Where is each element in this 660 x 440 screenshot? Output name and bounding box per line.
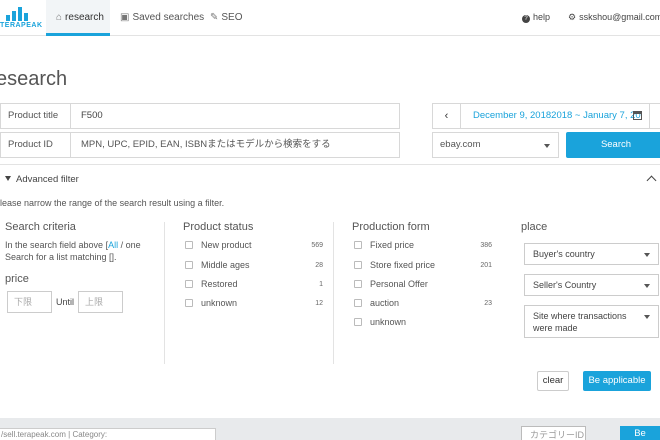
page-title: esearch — [0, 68, 68, 90]
checkbox[interactable] — [354, 241, 362, 249]
product-id-input[interactable]: MPN, UPC, EPID, EAN, ISBNまたはモデルから検索をする — [81, 133, 331, 157]
column-divider — [164, 222, 165, 364]
checkbox[interactable] — [185, 261, 193, 269]
sellers-country-select[interactable]: Seller's Country — [524, 274, 659, 296]
until-label: Until — [56, 297, 75, 307]
date-next-button[interactable] — [649, 104, 660, 128]
product-id-field[interactable]: Product ID MPN, UPC, EPID, EAN, ISBNまたはモ… — [0, 132, 400, 158]
search-criteria-title: Search criteria — [5, 221, 76, 233]
chevron-up-icon[interactable] — [646, 175, 657, 186]
checkbox[interactable] — [354, 261, 362, 269]
buyers-country-select[interactable]: Buyer's country — [524, 243, 659, 265]
product-title-field[interactable]: Product title F500 — [0, 103, 400, 129]
site-select[interactable]: ebay.com — [432, 132, 559, 158]
price-title: price — [5, 273, 29, 285]
checkbox[interactable] — [354, 299, 362, 307]
product-title-label: Product title — [1, 104, 71, 128]
caret-down-icon — [544, 144, 550, 148]
apply-button[interactable]: Be applicable — [583, 371, 651, 391]
filter-icon — [5, 176, 11, 181]
checkbox-restored[interactable]: Restored 1 — [185, 279, 323, 291]
caret-down-icon — [644, 284, 650, 288]
checkbox-personal-offer[interactable]: Personal Offer — [354, 279, 492, 291]
calendar-icon[interactable] — [633, 111, 642, 120]
price-max-input[interactable]: 上限 — [78, 291, 123, 313]
site-where-select[interactable]: Site where transactions were made — [524, 305, 659, 338]
date-range-picker[interactable]: ‹ December 9, 20182018 ~ January 7, 20 — [432, 103, 660, 129]
caret-down-icon — [644, 315, 650, 319]
checkbox-store-fixed-price[interactable]: Store fixed price 201 — [354, 260, 492, 272]
place-title: place — [521, 221, 548, 233]
search-button[interactable]: Search — [566, 132, 660, 158]
checkbox-unknown-status[interactable]: unknown 12 — [185, 298, 323, 310]
checkbox[interactable] — [185, 280, 193, 288]
date-range-text[interactable]: December 9, 20182018 ~ January 7, 20 — [473, 104, 641, 128]
home-icon: ⌂ — [56, 12, 63, 23]
checkbox-fixed-price[interactable]: Fixed price 386 — [354, 240, 492, 252]
product-status-title: Product status — [183, 221, 254, 233]
terapeak-logo[interactable]: TERAPEAK — [0, 4, 43, 32]
column-divider — [333, 222, 334, 364]
top-navbar: TERAPEAK ⌂ research ▣ Saved searches ✎ SEO … — [0, 0, 660, 36]
clear-button[interactable]: clear — [537, 371, 569, 391]
nav-seo[interactable]: ✎ SEO — [210, 0, 243, 36]
checkbox[interactable] — [185, 241, 193, 249]
production-form-title: Production form — [352, 221, 430, 233]
help-link[interactable]: ? help — [522, 0, 550, 36]
save-icon: ▣ — [120, 12, 130, 23]
checkbox[interactable] — [185, 299, 193, 307]
footer-url-field[interactable]: /sell.terapeak.com | Category: — [0, 428, 216, 440]
help-icon: ? — [522, 15, 530, 23]
checkbox-unknown-form[interactable]: unknown — [354, 317, 492, 329]
product-id-label: Product ID — [1, 133, 71, 157]
logo-bars-icon — [6, 7, 30, 21]
price-min-input[interactable]: 下限 — [7, 291, 52, 313]
checkbox-auction[interactable]: auction 23 — [354, 298, 492, 310]
all-link[interactable]: All — [108, 240, 118, 250]
footer-button[interactable]: Be — [620, 426, 660, 440]
gear-icon: ⚙ — [568, 12, 577, 22]
logo-text: TERAPEAK — [0, 22, 43, 29]
date-prev-button[interactable]: ‹ — [433, 104, 461, 128]
search-criteria-text: In the search field above [All / one Sea… — [5, 240, 141, 262]
checkbox-new-product[interactable]: New product 569 — [185, 240, 323, 252]
chevron-left-icon: ‹ — [444, 110, 449, 122]
checkbox[interactable] — [354, 280, 362, 288]
checkbox-middle-ages[interactable]: Middle ages 28 — [185, 260, 323, 272]
caret-down-icon — [644, 253, 650, 257]
category-id-input[interactable]: カテゴリーID — [521, 426, 586, 440]
pencil-icon: ✎ — [210, 12, 219, 23]
nav-saved-searches[interactable]: ▣ Saved searches — [120, 0, 204, 36]
nav-research[interactable]: ⌂ research — [46, 0, 110, 36]
checkbox[interactable] — [354, 318, 362, 326]
advanced-filter-toggle[interactable]: Advanced filter — [5, 174, 79, 185]
account-menu[interactable]: ⚙ sskshou@gmail.com — [568, 0, 660, 36]
product-title-input[interactable]: F500 — [81, 104, 103, 128]
filter-hint: lease narrow the range of the search res… — [0, 198, 225, 208]
divider — [0, 164, 660, 165]
